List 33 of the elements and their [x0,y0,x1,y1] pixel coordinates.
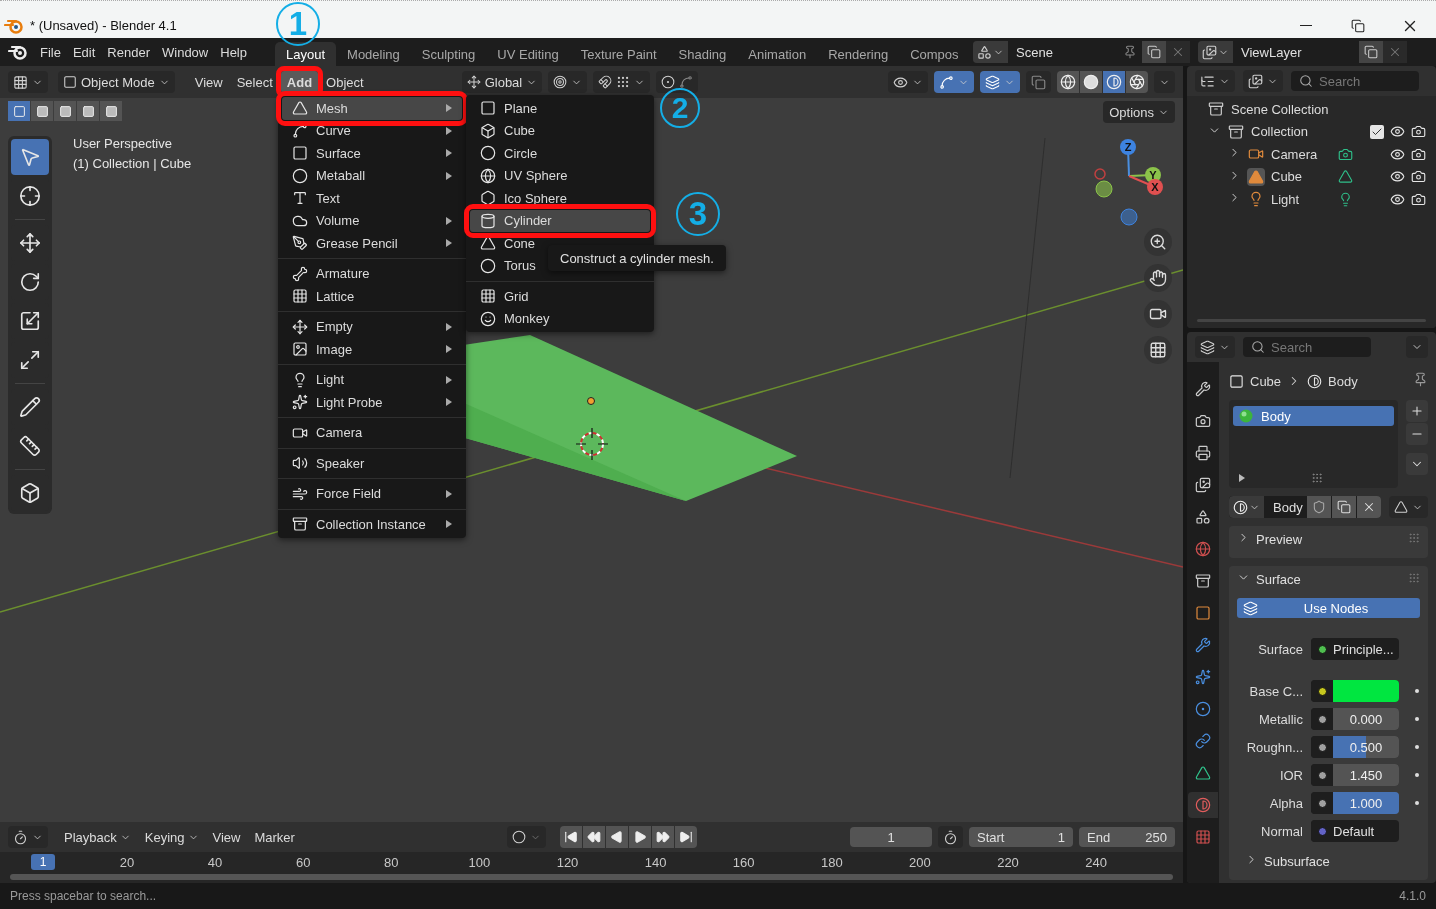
frame-number: 40 [207,855,223,870]
property-label: Metallic [1257,711,1303,727]
step-number: 1 [276,2,320,46]
breadcrumb-item: Body [1328,373,1358,389]
frame-number: 120 [556,855,579,870]
frame-number: 220 [997,855,1019,870]
frame-number: 60 [295,855,311,870]
frame-number: 200 [909,855,931,870]
property-label: Roughn... [1245,739,1303,755]
frame-number: 240 [1085,855,1107,870]
property-label: Normal [1260,823,1303,839]
property-label: Surface [1257,641,1303,657]
tooltip: Construct a cylinder mesh. [548,245,726,271]
breadcrumb-item: Cube [1250,373,1282,389]
viewport-info-text: User Perspective [73,136,173,151]
frame-number: 140 [644,855,667,870]
version-text: 4.1.0 [1399,889,1426,903]
window-title: * (Unsaved) - Blender 4.1 [30,18,177,33]
status-hint: Press spacebar to search... [10,889,157,903]
viewport-info-text: (1) Collection | Cube [73,156,192,171]
frame-number: 100 [468,855,491,870]
axis-label: Z [1123,140,1133,154]
axis-label: X [1150,180,1160,194]
frame-number: 160 [732,855,755,870]
axis-label: Y [1148,168,1158,182]
property-label: Base C... [1248,683,1303,699]
property-label: IOR [1278,767,1303,783]
frame-number: 80 [384,855,399,870]
step-number: 2 [660,88,700,128]
frame-number: 180 [820,855,843,870]
property-label: Alpha [1268,795,1303,811]
step-number: 3 [676,192,720,236]
frame-number: 20 [119,855,135,870]
